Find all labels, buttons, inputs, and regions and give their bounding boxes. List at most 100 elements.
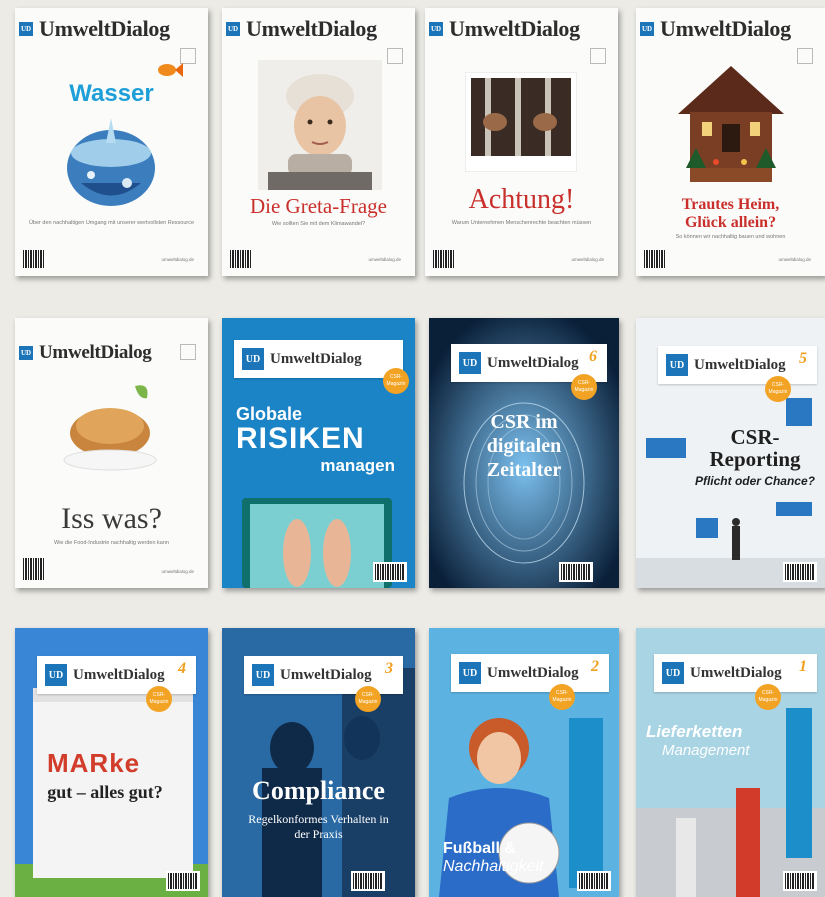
portrait-illustration	[258, 60, 382, 190]
issue-number: 6	[589, 348, 597, 365]
cover-subline: So können wir nachhaltig bauen und wohne…	[675, 234, 786, 240]
cover-url: umweltdialog.de	[571, 257, 604, 262]
cover-headline: Achtung!	[468, 184, 575, 215]
brand-title: UmweltDialog	[73, 666, 165, 683]
cover-headline: CSR im digitalen Zeitalter	[486, 411, 562, 481]
cover-header-box: UD UmweltDialog 5	[658, 346, 817, 384]
ud-logo: UD	[640, 22, 654, 36]
masthead: UD UmweltDialog	[19, 342, 152, 364]
cover-globale-risiken[interactable]: UD UmweltDialog CSR-Magazin Globale RISI…	[222, 318, 415, 588]
cover-csr-digital[interactable]: UD UmweltDialog 6 CSR-Magazin CSR im dig…	[429, 318, 619, 588]
cover-headline: Compliance	[252, 776, 385, 805]
issue-number: 2	[591, 658, 599, 675]
issue-number: 4	[178, 660, 186, 677]
barcode	[433, 250, 455, 268]
cover-marke[interactable]: UD UmweltDialog 4 CSR-Magazin MARke gut …	[15, 628, 208, 897]
issue-number: 1	[799, 658, 807, 675]
masthead: UD UmweltDialog	[226, 16, 377, 42]
issue-box	[590, 48, 606, 64]
brand-title: UmweltDialog	[39, 342, 152, 363]
barcode	[783, 562, 817, 582]
barcode	[577, 871, 611, 891]
cover-header-box: UD UmweltDialog 1	[654, 654, 817, 692]
cover-trautes-heim[interactable]: UD UmweltDialog Trautes Heim, Glück alle…	[636, 8, 825, 276]
food-bowl-illustration	[63, 385, 157, 471]
barcode	[166, 871, 200, 891]
brand-title: UmweltDialog	[246, 16, 377, 41]
barcode	[783, 871, 817, 891]
ud-logo: UD	[252, 664, 274, 686]
csr-magazin-sticker: CSR-Magazin	[146, 686, 172, 712]
barcode	[351, 871, 385, 891]
cover-iss-was[interactable]: UD UmweltDialog Iss was? Wie die Food-In…	[15, 318, 208, 588]
cover-header-box: UD UmweltDialog 3	[244, 656, 403, 694]
cover-subline: Wie sollten Sie mit dem Klimawandel?	[271, 221, 366, 227]
masthead: UD UmweltDialog	[429, 16, 580, 42]
brand-title: UmweltDialog	[694, 356, 786, 373]
fishbowl-illustration	[67, 118, 155, 206]
ud-logo: UD	[45, 664, 67, 686]
cover-headline: Lieferketten	[646, 722, 743, 741]
cover-wasser[interactable]: UD UmweltDialog Wasser Über den nachhalt…	[15, 8, 208, 276]
brand-title: UmweltDialog	[487, 354, 579, 371]
cover-achtung[interactable]: UD UmweltDialog Achtung! Warum Unternehm…	[425, 8, 618, 276]
cover-subline: Wie die Food-Industrie nachhaltig werden…	[54, 540, 169, 546]
feet-on-scale-illustration	[242, 498, 392, 588]
issue-box	[180, 344, 196, 360]
cover-fussball[interactable]: UD UmweltDialog 2 CSR-Magazin Fußball & …	[429, 628, 619, 897]
csr-magazin-sticker: CSR-Magazin	[549, 684, 575, 710]
barcode	[23, 250, 45, 268]
cover-url: umweltdialog.de	[368, 257, 401, 262]
cover-header-box: UD UmweltDialog 2	[451, 654, 609, 692]
ud-logo: UD	[666, 354, 688, 376]
issue-number: 3	[385, 660, 393, 677]
csr-magazin-sticker: CSR-Magazin	[355, 686, 381, 712]
issue-box	[797, 48, 813, 64]
barcode	[373, 562, 407, 582]
magazine-cover-grid: UD UmweltDialog Wasser Über den nachhalt…	[0, 0, 825, 897]
ud-logo: UD	[242, 348, 264, 370]
barcode	[644, 250, 666, 268]
ud-logo: UD	[19, 22, 33, 36]
brand-title: UmweltDialog	[39, 16, 170, 41]
csr-magazin-sticker: CSR-Magazin	[571, 374, 597, 400]
brand-title: UmweltDialog	[280, 666, 372, 683]
brand-title: UmweltDialog	[449, 16, 580, 41]
cover-greta[interactable]: UD UmweltDialog Die Greta-Frage Wie soll…	[222, 8, 415, 276]
cover-headline-2: Management	[662, 742, 750, 759]
cover-url: umweltdialog.de	[161, 257, 194, 262]
cover-compliance[interactable]: UD UmweltDialog 3 CSR-Magazin Compliance…	[222, 628, 415, 897]
cover-headline-2: Nachhaltigkeit	[443, 858, 544, 875]
ud-logo: UD	[226, 22, 240, 36]
brand-title: UmweltDialog	[690, 664, 782, 681]
cover-csr-reporting[interactable]: UD UmweltDialog 5 CSR-Magazin CSR-Report…	[636, 318, 825, 588]
cover-subline: Über den nachhaltigen Umgang mit unserer…	[28, 220, 195, 226]
csr-magazin-sticker: CSR-Magazin	[755, 684, 781, 710]
brand-title: UmweltDialog	[660, 16, 791, 41]
cover-headline: CSR-Reporting	[709, 425, 801, 471]
brand-title: UmweltDialog	[487, 664, 579, 681]
ud-logo: UD	[19, 346, 33, 360]
cuckoo-clock-illustration	[678, 66, 784, 182]
goldfish-icon	[158, 63, 183, 77]
issue-number: 5	[799, 350, 807, 367]
ud-logo: UD	[459, 662, 481, 684]
cover-headline: Iss was?	[61, 502, 162, 535]
ud-logo: UD	[429, 22, 443, 36]
cover-headline: Trautes Heim, Glück allein?	[681, 196, 780, 231]
barcode	[230, 250, 252, 268]
ud-logo: UD	[662, 662, 684, 684]
prison-bars-illustration	[465, 72, 577, 172]
cover-header-box: UD UmweltDialog 4	[37, 656, 196, 694]
masthead: UD UmweltDialog	[640, 16, 791, 42]
cover-lieferketten[interactable]: UD UmweltDialog 1 CSR-Magazin Lieferkett…	[636, 628, 825, 897]
cover-headline-2: RISIKEN	[236, 422, 365, 455]
cover-headline: Wasser	[69, 80, 154, 107]
barcode	[559, 562, 593, 582]
brand-title: UmweltDialog	[270, 350, 362, 367]
cover-headline: Die Greta-Frage	[249, 194, 387, 218]
cover-headline: Fußball &	[443, 840, 516, 857]
cover-headline: MARke	[47, 748, 141, 778]
masthead: UD UmweltDialog	[19, 16, 170, 42]
cover-url: umweltdialog.de	[161, 569, 194, 574]
